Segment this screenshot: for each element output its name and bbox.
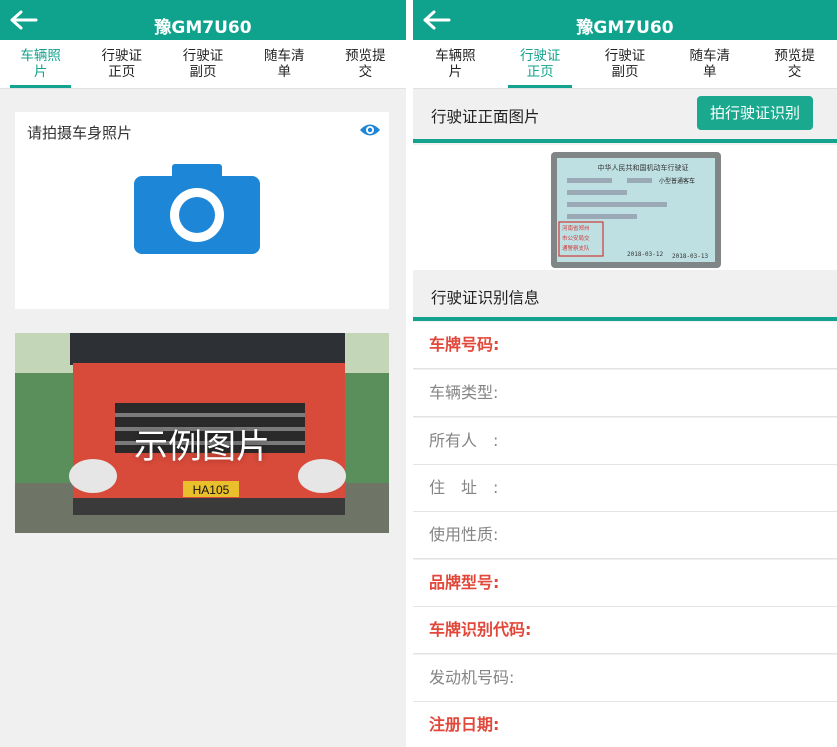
- license-vehicle-type: 小型普通客车: [659, 177, 695, 185]
- tab-preview-submit[interactable]: 预览提交: [325, 40, 406, 88]
- page-title: 豫GM7U60: [154, 18, 252, 38]
- license-card: 中华人民共和国机动车行驶证 小型普通客车 河南省郑州 市公安局交 通警察支队 2…: [557, 158, 715, 262]
- field-vehicle-type[interactable]: 车辆类型:: [413, 370, 837, 417]
- tab-label: 单: [703, 64, 717, 80]
- front-image-label: 行驶证正面图片: [431, 108, 540, 126]
- field-label: 车牌识别代码:: [429, 620, 532, 639]
- license-card-title: 中华人民共和国机动车行驶证: [598, 163, 689, 172]
- field-label: 品牌型号:: [429, 573, 500, 592]
- tab-label: 单: [277, 64, 291, 80]
- info-header: 行驶证识别信息: [413, 270, 837, 320]
- vehicle-photo-screen: 豫GM7U60 车辆照片 行驶证 正页 行驶证 副页 随车清单 预览提交 请拍摄车身…: [0, 0, 406, 747]
- field-engine-number[interactable]: 发动机号码:: [413, 655, 837, 702]
- vehicle-photo-capture-card[interactable]: 请拍摄车身照片: [15, 112, 389, 309]
- license-image-area: 中华人民共和国机动车行驶证 小型普通客车 河南省郑州 市公安局交 通警察支队 2…: [413, 145, 837, 270]
- tab-label: 行驶证: [101, 48, 143, 64]
- tab-vehicle-checklist[interactable]: 随车清单: [667, 40, 752, 88]
- tab-label: 车辆照: [435, 48, 476, 64]
- step-tabs: 车辆照片 行驶证 正页 行驶证 副页 随车清单 预览提交: [0, 40, 406, 89]
- eye-icon[interactable]: [359, 122, 381, 138]
- tab-label: 预览提: [774, 48, 815, 64]
- page-title: 豫GM7U60: [576, 18, 674, 38]
- tab-license-front[interactable]: 行驶证 正页: [498, 40, 583, 88]
- stamp-line: 通警察支队: [562, 244, 590, 252]
- license-issue-date: 2018-03-13: [672, 253, 709, 260]
- field-owner[interactable]: 所有人 :: [413, 418, 837, 465]
- tab-label: 行驶证: [519, 48, 561, 64]
- license-plate-text: HA105: [193, 483, 230, 497]
- field-label: 使用性质:: [429, 525, 499, 544]
- camera-icon[interactable]: [134, 164, 260, 254]
- tab-label: 预览提: [345, 48, 386, 64]
- license-register-date: 2018-03-12: [627, 251, 664, 258]
- stamp-line: 河南省郑州: [562, 224, 590, 232]
- tab-label: 片: [33, 64, 48, 80]
- tab-label: 行驶证: [604, 48, 646, 64]
- field-brand-model[interactable]: 品牌型号:: [413, 560, 837, 607]
- field-label: 注册日期:: [429, 715, 500, 734]
- tab-label: 随车清: [689, 48, 731, 64]
- tab-label: 交: [787, 64, 802, 80]
- field-register-date[interactable]: 注册日期:: [413, 702, 837, 747]
- tab-label: 随车清: [263, 48, 305, 64]
- photo-card-label: 请拍摄车身照片: [27, 124, 133, 142]
- field-address[interactable]: 住 址 :: [413, 465, 837, 512]
- info-label: 行驶证识别信息: [431, 289, 540, 307]
- app-bar: 豫GM7U60: [413, 0, 837, 40]
- tab-vehicle-photo[interactable]: 车辆照片: [0, 40, 81, 88]
- tab-label: 行驶证: [182, 48, 224, 64]
- license-photo[interactable]: 中华人民共和国机动车行驶证 小型普通客车 河南省郑州 市公安局交 通警察支队 2…: [551, 152, 721, 268]
- tab-label: 片: [448, 64, 463, 80]
- tab-label: 交: [358, 64, 373, 80]
- license-card-graphic: 中华人民共和国机动车行驶证 小型普通客车 河南省郑州 市公安局交 通警察支队 2…: [558, 163, 709, 260]
- tab-preview-submit[interactable]: 预览提交: [752, 40, 837, 88]
- tab-label: 副页: [189, 64, 217, 80]
- field-label: 发动机号码:: [429, 668, 515, 687]
- field-label: 车牌号码:: [429, 335, 500, 354]
- stamp-line: 市公安局交: [562, 234, 590, 242]
- field-label: 住 址 :: [429, 478, 499, 497]
- section-divider: [413, 139, 837, 143]
- tab-label: 正页: [108, 64, 136, 80]
- field-label: 车辆类型:: [429, 383, 499, 402]
- app-bar: 豫GM7U60: [0, 0, 406, 40]
- pane-divider: [406, 0, 413, 747]
- sample-label: 示例图片: [134, 427, 270, 467]
- tab-license-back[interactable]: 行驶证 副页: [162, 40, 243, 88]
- tab-license-back[interactable]: 行驶证 副页: [583, 40, 668, 88]
- license-front-screen: 豫GM7U60 车辆照片 行驶证 正页 行驶证 副页 随车清单 预览提交 行驶证正面…: [413, 0, 837, 747]
- screenshot: 豫GM7U60 车辆照片 行驶证 正页 行驶证 副页 随车清单 预览提交 请拍摄车身…: [0, 0, 837, 747]
- sample-image: HA105 示例图片: [15, 333, 389, 533]
- tab-license-front[interactable]: 行驶证 正页: [81, 40, 162, 88]
- step-tabs: 车辆照片 行驶证 正页 行驶证 副页 随车清单 预览提交: [413, 40, 837, 89]
- tab-vehicle-photo[interactable]: 车辆照片: [413, 40, 498, 88]
- field-label: 所有人 :: [429, 431, 499, 450]
- field-use-nature[interactable]: 使用性质:: [413, 512, 837, 559]
- field-plate-number[interactable]: 车牌号码:: [413, 322, 837, 369]
- identify-license-button[interactable]: 拍行驶证识别: [697, 96, 813, 130]
- tab-label: 车辆照: [20, 48, 61, 64]
- front-image-header: 行驶证正面图片 拍行驶证识别: [413, 89, 837, 139]
- section-divider: [413, 317, 837, 321]
- field-vin[interactable]: 车牌识别代码:: [413, 607, 837, 654]
- tab-label: 副页: [611, 64, 639, 80]
- tab-label: 正页: [526, 64, 554, 80]
- tab-vehicle-checklist[interactable]: 随车清单: [244, 40, 325, 88]
